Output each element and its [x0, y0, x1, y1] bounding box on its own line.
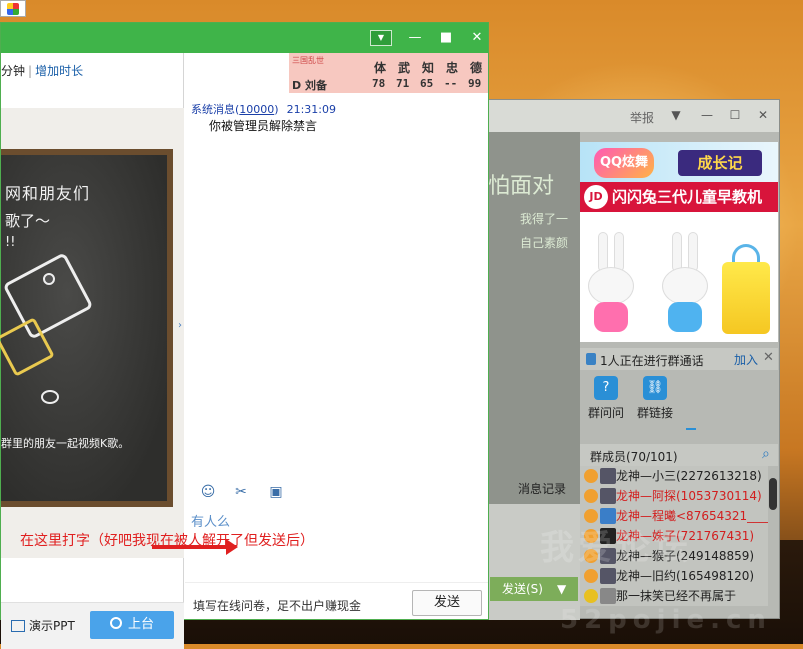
toy-bag-image: [722, 262, 770, 334]
window-titlebar: ▼ — ■ ✕: [1, 23, 488, 53]
emoji-icon[interactable]: ☺: [199, 483, 217, 501]
scissors-icon[interactable]: ✂: [232, 483, 250, 501]
location-icon: [109, 617, 122, 629]
present-ppt-button[interactable]: 演示PPT: [11, 617, 75, 634]
ad-growth-logo: 成长记: [678, 150, 762, 176]
message-history[interactable]: 系统消息(10000) 21:31:09 你被管理员解除禁言: [185, 93, 488, 473]
group-send-button[interactable]: 发送(S) ▼: [490, 577, 578, 601]
annotation-arrow-head: [226, 539, 238, 555]
webcam-drawing: [43, 273, 55, 285]
game-stats-panel: 三国乱世 体 武 知 忠 德 D 刘备 78 71 65 -- 99: [289, 53, 488, 93]
go-on-stage-button[interactable]: 上台: [90, 611, 174, 639]
chevron-down-icon[interactable]: ▼: [669, 108, 683, 122]
board-caption: 群里的朋友一起视频K歌。: [1, 437, 130, 450]
character-name: D 刘备: [292, 79, 327, 92]
join-call-link[interactable]: 加入: [734, 351, 758, 368]
group-link-button[interactable]: ⛓ 群链接: [631, 376, 679, 421]
group-members-header: 群成员(70/101) ⌕: [580, 444, 778, 466]
maximize-icon[interactable]: ■: [436, 29, 456, 47]
group-chat-background: 怕面对 我得了一 自己素颜: [488, 132, 580, 504]
list-item[interactable]: 龙神—阿探(1053730114): [580, 486, 768, 506]
group-call-bar: 1人正在进行群通话 加入 ✕: [580, 348, 778, 370]
list-item[interactable]: 龙神—小三(2272613218): [580, 466, 768, 486]
chat-handwriting-1: 怕面对: [488, 174, 555, 199]
maximize-icon[interactable]: ☐: [728, 108, 742, 122]
sender-id-link[interactable]: 10000: [239, 103, 274, 116]
annotation-arrow: [152, 545, 228, 549]
minimize-icon[interactable]: —: [405, 29, 425, 47]
rabbit-toy-image: [586, 232, 636, 332]
close-icon[interactable]: ✕: [756, 108, 770, 122]
chevron-right-icon[interactable]: ›: [178, 320, 182, 331]
ad-game-logo: QQ炫舞: [594, 148, 654, 178]
close-icon[interactable]: ✕: [763, 350, 774, 365]
minimize-icon[interactable]: —: [700, 108, 714, 122]
report-link[interactable]: 举报: [630, 109, 654, 126]
ad-title: JD 闪闪兔三代儿童早教机: [580, 182, 778, 212]
close-icon[interactable]: ✕: [467, 29, 487, 47]
send-button[interactable]: 发送: [412, 590, 482, 616]
time-info: 分钟 | 增加时长: [1, 64, 84, 78]
desktop-app-icon[interactable]: [0, 0, 26, 17]
watermark-url: 52pojie.cn: [560, 605, 772, 635]
ad-banner[interactable]: QQ炫舞 成长记 JD 闪闪兔三代儿童早教机: [580, 142, 778, 342]
speaker-icon: [586, 353, 596, 365]
list-item[interactable]: 那一抹笑已经不再属于: [580, 586, 768, 606]
input-bottom-bar: 填写在线问卷，足不出户赚现金 发送: [185, 582, 488, 619]
message-header: 系统消息(10000) 21:31:09: [191, 103, 336, 116]
group-ask-button[interactable]: ? 群问问: [582, 376, 630, 421]
survey-link[interactable]: 填写在线问卷，足不出户赚现金: [193, 597, 361, 614]
mouse-drawing: [41, 390, 59, 404]
game-name: 三国乱世: [292, 56, 324, 65]
picture-icon: [7, 3, 19, 15]
input-toolbar: ☺ ✂ ▣: [185, 477, 488, 507]
list-item[interactable]: 龙神—旧约(165498120): [580, 566, 768, 586]
message-history-link[interactable]: 消息记录: [518, 480, 566, 497]
dropdown-icon[interactable]: ▼: [370, 30, 392, 46]
message-time: 21:31:09: [286, 103, 336, 116]
video-stage: 网和朋友们 歌了～ !! 群里的朋友一起视频K歌。: [0, 108, 184, 558]
image-icon[interactable]: ▣: [267, 483, 285, 501]
jd-logo: JD: [584, 185, 608, 209]
group-call-text: 1人正在进行群通话: [600, 354, 704, 368]
chalkboard-image: 网和朋友们 歌了～ !! 群里的朋友一起视频K歌。: [0, 149, 173, 507]
message-body: 你被管理员解除禁言: [209, 119, 318, 133]
link-icon: ⛓: [643, 376, 667, 400]
members-count: 群成员(70/101): [590, 450, 678, 464]
chat-handwriting-2: 我得了一 自己素颜: [520, 212, 569, 250]
add-time-link[interactable]: 增加时长: [35, 64, 83, 78]
question-icon: ?: [594, 376, 618, 400]
rabbit-toy-image: [660, 232, 710, 332]
search-icon[interactable]: ⌕: [762, 446, 770, 462]
watermark: 我爱论坛: [540, 528, 692, 568]
typed-text: 有人么: [191, 515, 231, 530]
group-tools: ? 群问问 ⛓ 群链接: [580, 370, 778, 438]
ad-header: QQ炫舞 成长记: [580, 142, 778, 182]
message-sender: 系统消息: [191, 103, 235, 116]
member-list-scrollbar[interactable]: [769, 478, 777, 510]
ppt-icon: [11, 620, 25, 632]
group-window-titlebar: 举报 ▼ — ☐ ✕: [488, 100, 779, 132]
stage-controls: 演示PPT 上台: [1, 602, 184, 649]
